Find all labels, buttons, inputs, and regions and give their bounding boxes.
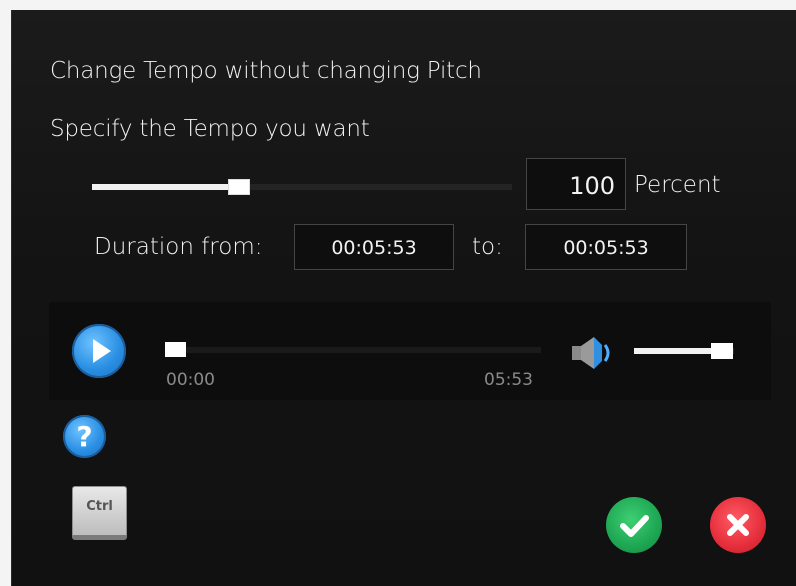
tempo-slider-thumb[interactable]: [228, 179, 250, 195]
cancel-button[interactable]: [710, 497, 766, 553]
duration-from-label: Duration from:: [94, 234, 263, 260]
speaker-icon[interactable]: [570, 335, 618, 371]
close-icon: [727, 514, 749, 536]
volume-slider-thumb[interactable]: [711, 343, 733, 359]
ok-button[interactable]: [606, 497, 662, 553]
seek-slider-thumb[interactable]: [165, 342, 186, 357]
preview-player: 00:00 05:53: [49, 302, 771, 400]
play-button[interactable]: [72, 324, 126, 378]
dialog-subtitle: Specify the Tempo you want: [50, 116, 370, 142]
percent-unit-label: Percent: [634, 172, 721, 198]
ctrl-key-icon[interactable]: Ctrl: [72, 486, 127, 540]
duration-to-label: to:: [472, 234, 503, 260]
dialog-title: Change Tempo without changing Pitch: [50, 58, 482, 84]
current-time-label: 00:00: [166, 370, 215, 390]
volume-slider-fill: [634, 348, 722, 354]
help-button[interactable]: ?: [63, 415, 106, 458]
duration-to-field[interactable]: 00:05:53: [525, 224, 687, 270]
volume-slider[interactable]: [634, 343, 734, 359]
duration-from-field[interactable]: 00:05:53: [294, 224, 454, 270]
tempo-percent-input[interactable]: 100: [526, 158, 626, 210]
tempo-slider-fill: [92, 184, 239, 190]
help-icon: ?: [76, 420, 93, 453]
total-time-label: 05:53: [484, 370, 533, 390]
seek-slider[interactable]: [165, 342, 541, 357]
play-icon: [93, 339, 111, 363]
checkmark-icon: [620, 515, 649, 537]
tempo-slider[interactable]: [92, 179, 512, 195]
change-tempo-dialog: Change Tempo without changing Pitch Spec…: [11, 10, 796, 586]
